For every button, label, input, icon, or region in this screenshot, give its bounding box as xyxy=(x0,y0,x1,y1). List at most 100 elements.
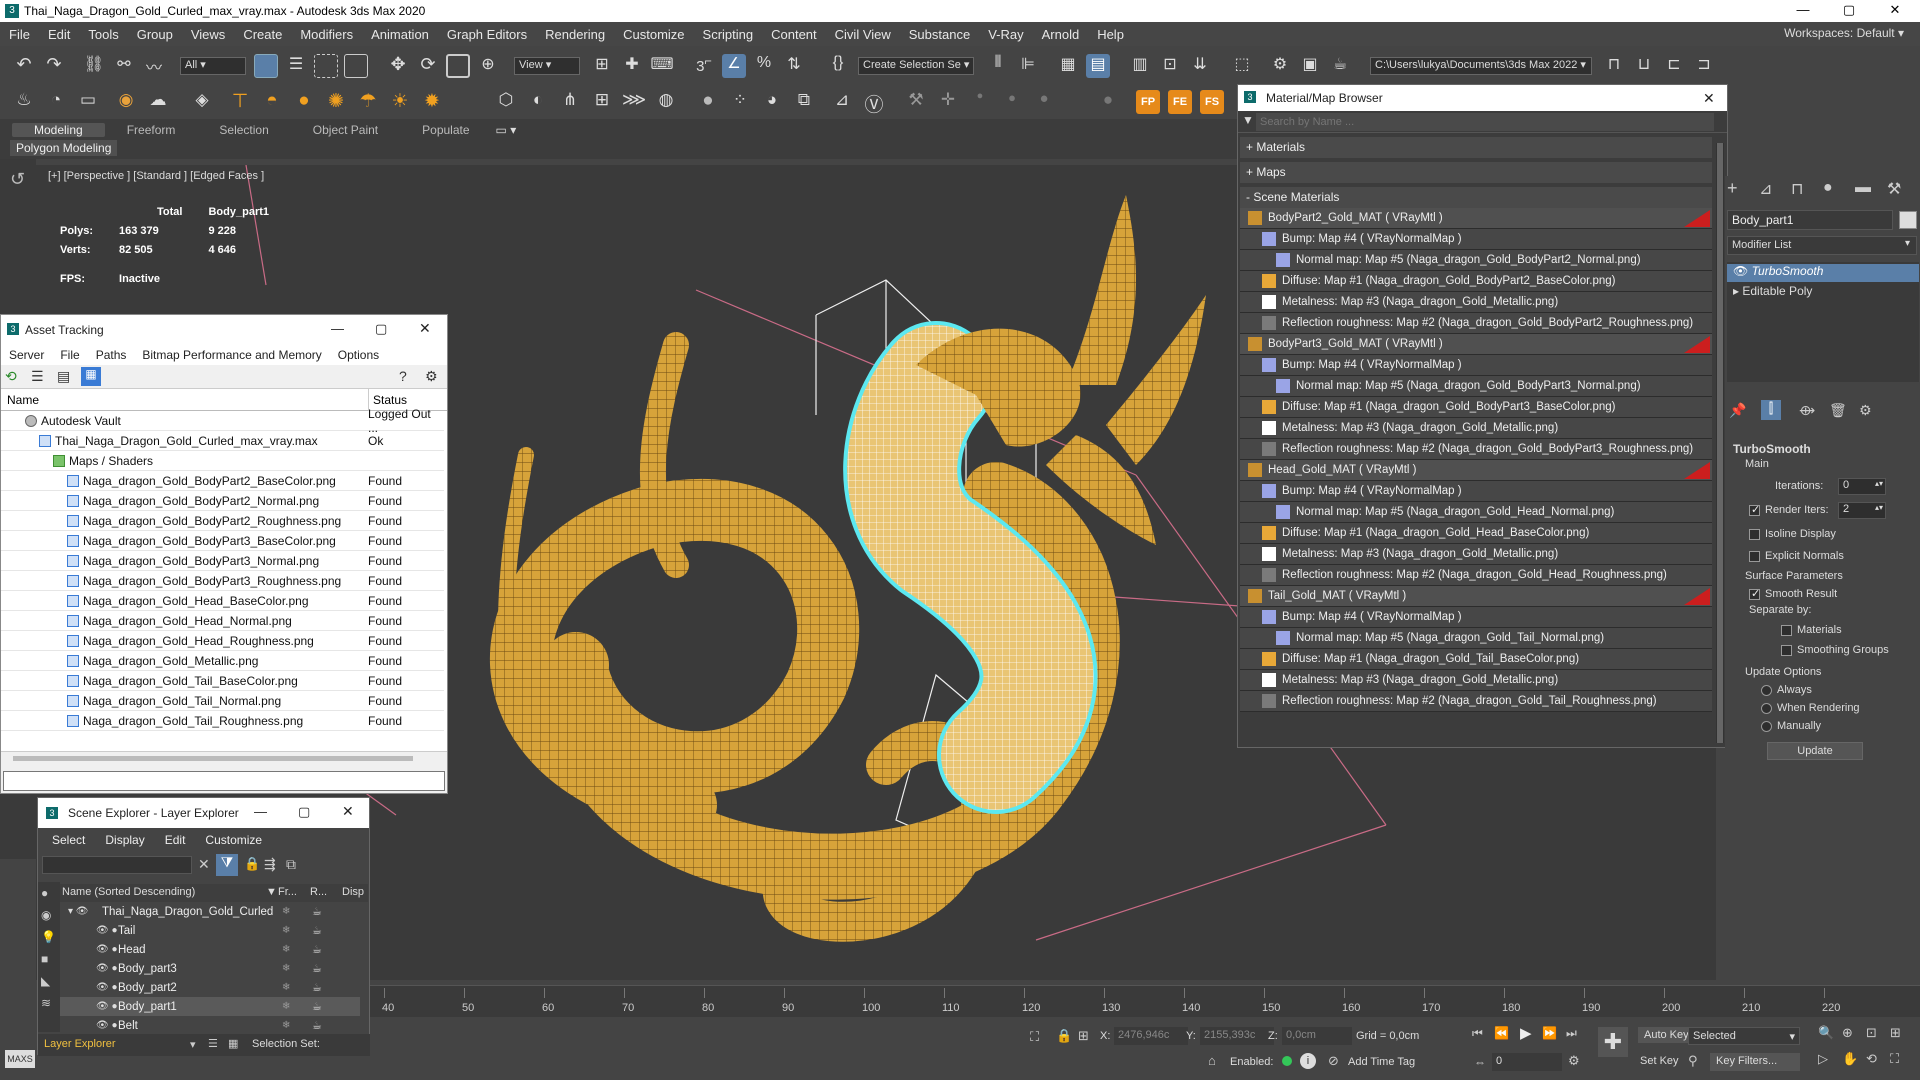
undo-icon[interactable]: ↶ xyxy=(12,54,36,78)
object-row[interactable]: 👁 ● Tail ❄ ☕ xyxy=(60,921,360,940)
menu-substance[interactable]: Substance xyxy=(900,27,979,42)
material-row[interactable]: BodyPart3_Gold_MAT ( VRayMtl ) xyxy=(1240,334,1712,355)
zoom-extents-all-icon[interactable]: ⊞ xyxy=(1890,1025,1901,1041)
menu-group[interactable]: Group xyxy=(128,27,182,42)
map-row[interactable]: Metalness: Map #3 (Naga_dragon_Gold_Meta… xyxy=(1240,544,1712,565)
asset-row[interactable]: Naga_dragon_Gold_Tail_Normal.png Found xyxy=(1,691,444,711)
rotate-icon[interactable]: ⟳ xyxy=(416,54,440,78)
dot-one-icon[interactable]: ● xyxy=(968,90,992,114)
se-col-name[interactable]: Name (Sorted Descending) xyxy=(62,886,195,898)
material-row[interactable]: Tail_Gold_MAT ( VRayMtl ) xyxy=(1240,586,1712,607)
selection-filter-dropdown[interactable]: All ▾ xyxy=(180,57,246,75)
auto-key-button[interactable]: Auto Key xyxy=(1638,1027,1695,1043)
menu-views[interactable]: Views xyxy=(182,27,234,42)
vray-logo-icon[interactable]: Ⓥ xyxy=(862,90,886,116)
asset-hscroll[interactable] xyxy=(1,751,447,765)
at-menu-paths[interactable]: Paths xyxy=(88,348,135,362)
asset-tracking-maximize[interactable]: ▢ xyxy=(375,321,387,337)
fur-icon[interactable]: ⋔ xyxy=(558,90,582,114)
map-row[interactable]: Normal map: Map #5 (Naga_dragon_Gold_Hea… xyxy=(1240,502,1712,523)
utilities-tab-icon[interactable]: ⚒ xyxy=(1887,179,1901,199)
adaptive-degradation-icon[interactable]: ⌂ xyxy=(1208,1053,1216,1068)
time-config-icon[interactable]: ⚙ xyxy=(1568,1053,1580,1069)
se-menu-customize[interactable]: Customize xyxy=(195,833,272,847)
render-teapot-icon[interactable]: ☕ xyxy=(312,1019,322,1032)
menu-arnold[interactable]: Arnold xyxy=(1033,27,1089,42)
se-display-lights-icon[interactable]: 💡 xyxy=(41,930,56,944)
bind-space-warp-icon[interactable]: 〰 xyxy=(142,54,166,78)
asset-row[interactable]: Autodesk Vault Logged Out ... xyxy=(1,407,444,435)
asset-row[interactable]: Maps / Shaders xyxy=(1,451,444,471)
zoom-extents-icon[interactable]: ⊡ xyxy=(1866,1025,1877,1041)
selection-lock-icon[interactable]: ⛶ xyxy=(1030,1029,1039,1045)
render-teapot-icon[interactable]: ☕ xyxy=(312,905,322,918)
z-field[interactable]: 0,0cm xyxy=(1282,1027,1352,1045)
info-icon[interactable]: i xyxy=(1300,1053,1316,1069)
project-folder-icon[interactable]: ⊓ xyxy=(1602,54,1626,78)
maximize-viewport-icon[interactable]: ⛶ xyxy=(1890,1051,1899,1067)
asset-tracking-titlebar[interactable]: 3 Asset Tracking — ▢ ✕ xyxy=(1,315,447,345)
se-menu-select[interactable]: Select xyxy=(42,833,95,847)
x-field[interactable]: 2476,946c xyxy=(1114,1027,1188,1045)
asset-tracking-minimize[interactable]: — xyxy=(331,321,344,336)
hierarchy-tab-icon[interactable]: ⊓ xyxy=(1791,179,1803,199)
previous-frame-icon[interactable]: ⏪ xyxy=(1494,1026,1509,1040)
asset-hscroll-thumb[interactable] xyxy=(13,756,413,761)
menu-civil-view[interactable]: Civil View xyxy=(826,27,900,42)
freeze-icon[interactable]: ❄ xyxy=(282,982,290,993)
render-iters-checkbox[interactable]: Render Iters: xyxy=(1749,503,1829,516)
current-frame-field[interactable]: 0 xyxy=(1492,1053,1562,1071)
map-row[interactable]: Metalness: Map #3 (Naga_dragon_Gold_Meta… xyxy=(1240,670,1712,691)
dot-three-icon[interactable]: ● xyxy=(1032,90,1056,114)
at-menu-server[interactable]: Server xyxy=(1,348,52,362)
at-menu-file[interactable]: File xyxy=(52,348,87,362)
update-always-radio[interactable]: Always xyxy=(1725,684,1920,696)
set-key-button[interactable]: Set Key xyxy=(1640,1055,1679,1067)
se-titlebar[interactable]: 3 Scene Explorer - Layer Explorer — ▢ ✕ xyxy=(38,798,369,828)
toggle-layer-explorer-icon[interactable]: ▤ xyxy=(1086,54,1110,78)
map-row[interactable]: Bump: Map #4 ( VRayNormalMap ) xyxy=(1240,481,1712,502)
edit-named-selection-icon[interactable]: {} xyxy=(826,54,850,78)
expand-icon[interactable]: ▾ 👁 xyxy=(68,906,89,917)
menu-graph-editors[interactable]: Graph Editors xyxy=(438,27,536,42)
se-layers-toggle-icon[interactable]: ☰ xyxy=(208,1037,218,1050)
map-row[interactable]: Metalness: Map #3 (Naga_dragon_Gold_Meta… xyxy=(1240,418,1712,439)
select-object-icon[interactable] xyxy=(254,54,278,78)
asset-row[interactable]: Naga_dragon_Gold_Metallic.png Found xyxy=(1,651,444,671)
iterations-spinner[interactable]: 0 ▴▾ xyxy=(1838,478,1886,495)
asset-row[interactable]: Naga_dragon_Gold_Tail_Roughness.png Found xyxy=(1,711,444,731)
map-row[interactable]: Bump: Map #4 ( VRayNormalMap ) xyxy=(1240,229,1712,250)
rendered-frame-window-icon[interactable]: ▣ xyxy=(1298,54,1322,78)
particles-icon[interactable]: ⁘ xyxy=(728,90,752,114)
material-override-icon[interactable]: ◕ xyxy=(760,90,784,114)
refresh-icon[interactable]: ⟲ xyxy=(5,368,17,385)
asset-row[interactable]: Naga_dragon_Gold_BodyPart2_BaseColor.png… xyxy=(1,471,444,491)
object-row[interactable]: 👁 ● Body_part2 ❄ ☕ xyxy=(60,978,360,997)
render-last-icon[interactable]: ◔ xyxy=(44,90,68,114)
schematic-view-icon[interactable]: ⇊ xyxy=(1188,54,1212,78)
mb-vscroll-thumb[interactable] xyxy=(1717,143,1723,743)
pivot-icon[interactable]: ⊞ xyxy=(590,54,614,78)
map-row[interactable]: Normal map: Map #5 (Naga_dragon_Gold_Tai… xyxy=(1240,628,1712,649)
ribbon-tab-modeling[interactable]: Modeling xyxy=(12,122,105,137)
cloud-render-icon[interactable]: ☁ xyxy=(146,90,170,114)
unlink-icon[interactable]: ⚯ xyxy=(112,54,136,78)
stack-item-turbosmooth[interactable]: 👁 TurboSmooth xyxy=(1727,264,1919,282)
freeze-icon[interactable]: ❄ xyxy=(282,925,290,936)
frame-buffer-icon[interactable]: ▭ xyxy=(76,90,100,114)
decal-icon[interactable]: ◍ xyxy=(654,90,678,114)
redo-icon[interactable]: ↷ xyxy=(42,54,66,78)
menu-create[interactable]: Create xyxy=(234,27,291,42)
mb-section-maps[interactable]: + Maps xyxy=(1240,162,1712,183)
ambient-light-icon[interactable]: ✹ xyxy=(420,90,444,114)
zoom-icon[interactable]: 🔍 xyxy=(1818,1025,1834,1041)
light-sphere-icon[interactable]: ● xyxy=(292,90,316,114)
light-ies-icon[interactable]: ☂ xyxy=(356,90,380,114)
se-col-freeze[interactable]: Fr... xyxy=(278,886,297,898)
se-menu-display[interactable]: Display xyxy=(95,833,154,847)
explicit-normals-checkbox[interactable]: Explicit Normals xyxy=(1725,550,1920,562)
se-display-shapes-icon[interactable]: ◉ xyxy=(41,908,51,922)
sun-icon[interactable]: ☀ xyxy=(388,90,412,114)
se-layers-icon[interactable]: ⧉ xyxy=(286,856,296,873)
link-icon[interactable]: ⛓ xyxy=(82,54,106,78)
